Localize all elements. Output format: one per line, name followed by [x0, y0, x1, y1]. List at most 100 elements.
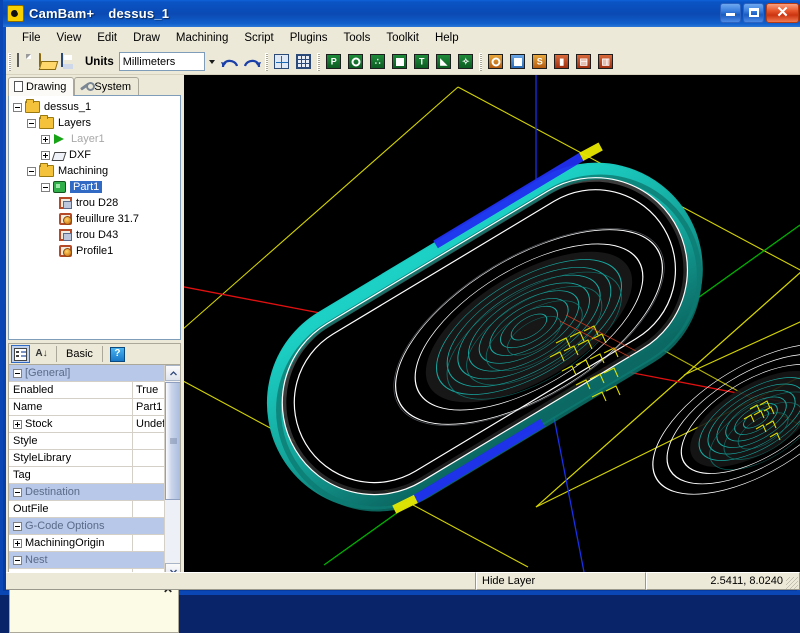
document-title: dessus_1 [108, 6, 170, 21]
tree-item-profile1[interactable]: Profile1 [13, 243, 180, 259]
toolbar-grip[interactable] [8, 52, 11, 71]
property-row-machiningorigin[interactable]: MachiningOrigin [9, 535, 180, 552]
redo-button[interactable] [241, 51, 263, 73]
property-row-outfile[interactable]: OutFile [9, 501, 180, 518]
draw-surface-button[interactable]: ◣ [433, 51, 455, 73]
alphabetical-sort-button[interactable]: A↓ [32, 345, 51, 363]
axes-icon [274, 54, 290, 69]
toolbar-grip-2[interactable] [264, 52, 268, 71]
cambam-logo-icon [7, 5, 24, 22]
menu-draw[interactable]: Draw [125, 29, 168, 48]
property-row-enabled[interactable]: Enabled True [9, 382, 180, 399]
drill-operation-button[interactable]: ▮ [551, 51, 573, 73]
menu-file[interactable]: File [14, 29, 49, 48]
menu-toolkit[interactable]: Toolkit [378, 29, 427, 48]
tree-item-part1[interactable]: Part1 [13, 179, 180, 195]
tree-item-trou-d43[interactable]: trou D43 [13, 227, 180, 243]
circle-icon [348, 54, 364, 69]
property-grid-scrollbar[interactable] [164, 365, 180, 579]
property-category-destination[interactable]: Destination [9, 484, 180, 501]
units-combobox[interactable]: Millimeters [118, 52, 205, 71]
property-help-button[interactable]: ? [108, 345, 127, 363]
save-file-button[interactable] [58, 51, 80, 73]
property-category-gcode-options[interactable]: G-Code Options [9, 518, 180, 535]
folder-icon [39, 115, 54, 129]
property-category-nest[interactable]: Nest [9, 552, 180, 569]
draw-points-button[interactable]: ∴ [367, 51, 389, 73]
menu-plugins[interactable]: Plugins [282, 29, 336, 48]
toolbar-grip-4[interactable] [478, 52, 482, 71]
pocket-operation-button[interactable] [485, 51, 507, 73]
menu-script[interactable]: Script [236, 29, 281, 48]
draw-rectangle-button[interactable] [389, 51, 411, 73]
menu-machining[interactable]: Machining [168, 29, 236, 48]
profile-op-icon: S [532, 54, 548, 69]
expander-icon[interactable] [27, 118, 36, 128]
expander-icon[interactable] [13, 487, 22, 497]
expander-icon[interactable] [13, 521, 22, 531]
open-file-button[interactable] [36, 51, 58, 73]
tree-item-dxf[interactable]: DXF [13, 147, 180, 163]
expander-icon[interactable] [13, 538, 22, 548]
tree-item-feuillure[interactable]: feuillure 31.7 [13, 211, 180, 227]
close-button[interactable]: ✕ [766, 3, 799, 23]
minimize-button[interactable] [720, 3, 741, 23]
status-coordinates: 2.5411, 8.0240 [646, 572, 800, 590]
draw-mesh-button[interactable]: ✧ [455, 51, 477, 73]
undo-arrow-icon [220, 59, 238, 67]
tree-item-trou-d28[interactable]: trou D28 [13, 195, 180, 211]
draw-text-button[interactable]: T [411, 51, 433, 73]
scrollbar-thumb[interactable] [165, 382, 180, 500]
report-button[interactable]: ▥ [595, 51, 617, 73]
tree-item-dessus_1[interactable]: dessus_1 [13, 99, 180, 115]
expander-icon[interactable] [41, 182, 50, 192]
main-area: Drawing System dessus_1 Layers Layer1 DX… [6, 75, 800, 633]
expander-icon[interactable] [13, 419, 22, 429]
maximize-button[interactable] [743, 3, 764, 23]
property-row-stock[interactable]: Stock Undef [9, 416, 180, 433]
property-row-style[interactable]: Style [9, 433, 180, 450]
nesting-button[interactable]: ▤ [573, 51, 595, 73]
menu-view[interactable]: View [49, 29, 90, 48]
draw-circle-button[interactable] [345, 51, 367, 73]
tree-item-layers[interactable]: Layers [13, 115, 180, 131]
draw-polyline-button[interactable]: P [323, 51, 345, 73]
show-axes-button[interactable] [271, 51, 293, 73]
expander-icon[interactable] [13, 368, 22, 378]
profile-operation-button[interactable]: S [529, 51, 551, 73]
basic-view-button[interactable]: Basic [62, 348, 97, 360]
expander-icon[interactable] [41, 134, 50, 144]
tree-item-machining[interactable]: Machining [13, 163, 180, 179]
tree-item-layer1[interactable]: Layer1 [13, 131, 180, 147]
engrave-operation-button[interactable] [507, 51, 529, 73]
property-row-name[interactable]: Name Part1 [9, 399, 180, 416]
tree-label: Profile1 [76, 245, 114, 257]
scroll-up-button[interactable] [165, 365, 180, 381]
toolbar-grip-3[interactable] [316, 52, 320, 71]
expander-icon[interactable] [13, 555, 22, 565]
undo-button[interactable] [219, 51, 241, 73]
resize-grip-icon[interactable] [786, 577, 798, 589]
window-title: CamBam+ dessus_1 [29, 6, 169, 21]
property-row-stylelibrary[interactable]: StyleLibrary [9, 450, 180, 467]
menu-edit[interactable]: Edit [89, 29, 125, 48]
drawing-tree[interactable]: dessus_1 Layers Layer1 DXF Machining Par… [8, 95, 181, 340]
show-grid-button[interactable] [293, 51, 315, 73]
expander-icon[interactable] [27, 166, 36, 176]
property-grid[interactable]: [General] Enabled True Name Part1 Stock … [8, 364, 181, 580]
property-category-general[interactable]: [General] [9, 365, 180, 382]
tab-system[interactable]: System [74, 77, 140, 96]
property-row-tag[interactable]: Tag [9, 467, 180, 484]
units-dropdown-button[interactable] [204, 52, 219, 71]
tree-label: Layers [58, 117, 92, 129]
new-file-button[interactable] [14, 51, 36, 73]
categorized-view-icon [14, 347, 27, 361]
expander-icon[interactable] [41, 150, 50, 160]
scrollbar-track[interactable] [165, 500, 180, 562]
expander-icon[interactable] [13, 102, 22, 112]
tab-drawing[interactable]: Drawing [8, 77, 75, 96]
menu-help[interactable]: Help [427, 29, 467, 48]
3d-viewport[interactable] [184, 75, 800, 572]
menu-tools[interactable]: Tools [335, 29, 378, 48]
categorized-view-button[interactable] [11, 345, 30, 363]
